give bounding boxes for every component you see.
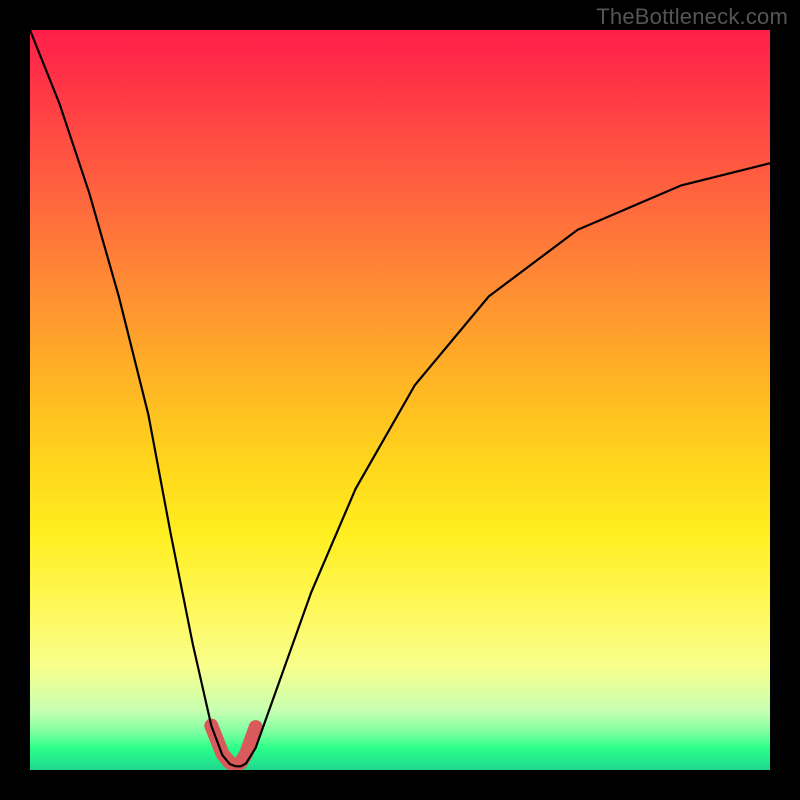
- curve-svg: [30, 30, 770, 770]
- bottleneck-curve-path: [30, 30, 770, 766]
- plot-area: [30, 30, 770, 770]
- watermark-text: TheBottleneck.com: [596, 4, 788, 30]
- chart-frame: TheBottleneck.com: [0, 0, 800, 800]
